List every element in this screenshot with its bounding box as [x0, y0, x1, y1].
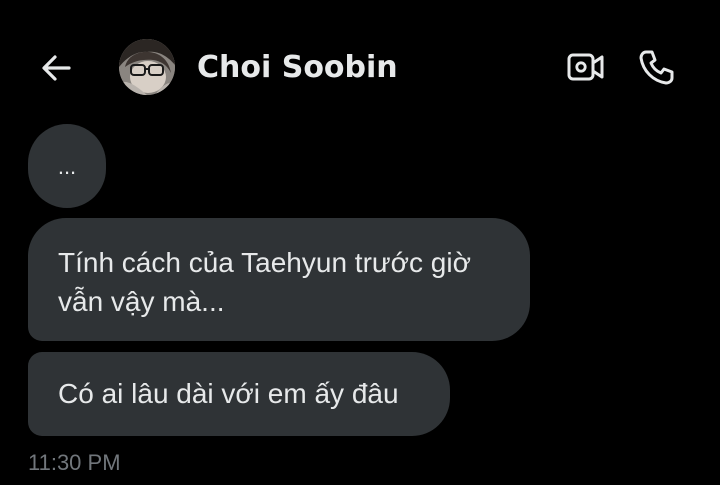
- message-bubble[interactable]: Có ai lâu dài với em ấy đâu: [28, 352, 450, 436]
- video-call-icon: [567, 53, 604, 81]
- message-text: ...: [57, 153, 77, 179]
- phone-icon: [639, 50, 674, 85]
- contact-avatar-image: [119, 39, 175, 95]
- video-call-button[interactable]: [563, 46, 609, 88]
- avatar[interactable]: [119, 39, 175, 95]
- message-bubble[interactable]: ...: [28, 124, 106, 208]
- message-timestamp: 11:30 PM: [28, 450, 121, 475]
- message-text-line: Tính cách của Taehyun trước giờ: [58, 247, 471, 278]
- message-text: Có ai lâu dài với em ấy đâu: [58, 378, 399, 409]
- message-bubble[interactable]: Tính cách của Taehyun trước giờ vẫn vậy …: [28, 218, 530, 341]
- arrow-left-icon: [42, 55, 71, 81]
- contact-name[interactable]: Choi Soobin: [197, 48, 398, 88]
- voice-call-button[interactable]: [634, 44, 680, 90]
- back-button[interactable]: [36, 48, 76, 88]
- message-text-line: vẫn vậy mà...: [58, 286, 225, 317]
- conversation-header: Choi Soobin: [0, 0, 720, 135]
